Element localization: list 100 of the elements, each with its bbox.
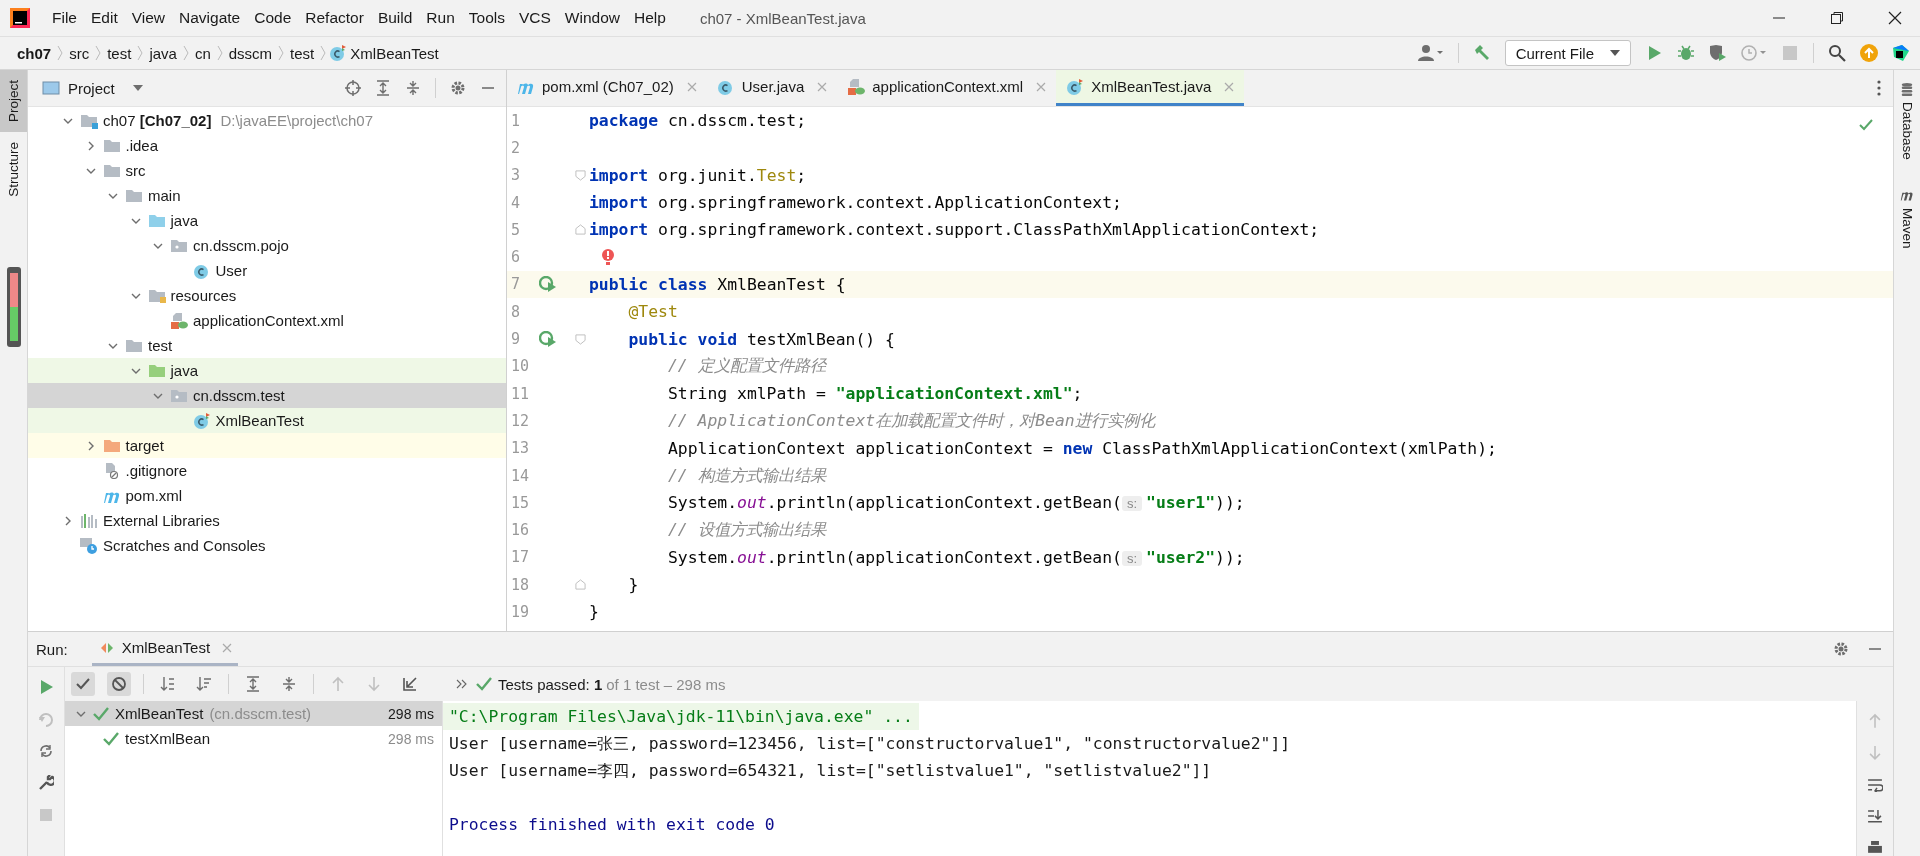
- class-icon: [716, 78, 735, 95]
- menu-item[interactable]: Tools: [462, 9, 513, 27]
- tree-item-label: XmlBeanTest: [215, 412, 304, 429]
- breadcrumb[interactable]: dsscm: [228, 44, 273, 62]
- tree-row[interactable]: java: [28, 358, 506, 383]
- code-line: String xmlPath = "applicationContext.xml";: [666, 384, 1083, 404]
- menu-item[interactable]: Navigate: [173, 9, 249, 27]
- stop-icon: [1781, 44, 1799, 62]
- breadcrumb[interactable]: test: [290, 44, 315, 62]
- breadcrumb[interactable]: cn: [194, 44, 211, 62]
- breadcrumb[interactable]: src: [69, 44, 90, 62]
- editor-tab[interactable]: User.java: [706, 70, 838, 106]
- scroll-to-end-icon[interactable]: [1867, 808, 1883, 825]
- more-icon[interactable]: [1877, 80, 1881, 96]
- hammer-icon[interactable]: [1472, 44, 1491, 62]
- tree-row[interactable]: java: [28, 208, 506, 233]
- show-passed-icon[interactable]: [71, 672, 95, 696]
- tree-row[interactable]: Scratches and Consoles: [28, 533, 506, 558]
- wrench-icon[interactable]: [38, 775, 54, 791]
- user-icon[interactable]: [1417, 44, 1444, 62]
- caret-icon[interactable]: [132, 85, 143, 91]
- tree-row[interactable]: main: [28, 183, 506, 208]
- tree-row[interactable]: applicationContext.xml: [28, 308, 506, 333]
- editor-tab[interactable]: applicationContext.xml: [837, 70, 1057, 106]
- fold-marker-icon[interactable]: [575, 224, 586, 236]
- menu-item[interactable]: File: [46, 9, 85, 27]
- menu-item[interactable]: Build: [371, 9, 421, 27]
- test-row[interactable]: testXmlBean 298 ms: [65, 726, 442, 751]
- breadcrumb[interactable]: test: [107, 44, 132, 62]
- bug-icon[interactable]: [1677, 44, 1695, 62]
- run-test-icon[interactable]: [539, 331, 557, 347]
- tree-item-label: cn.dsscm.test: [193, 387, 285, 404]
- run-tab[interactable]: XmlBeanTest: [91, 632, 239, 666]
- restore-icon[interactable]: [1830, 11, 1844, 25]
- search-icon[interactable]: [1828, 44, 1846, 62]
- toolbox-icon[interactable]: [1892, 44, 1910, 62]
- run-test-icon[interactable]: [539, 276, 557, 293]
- test-row[interactable]: XmlBeanTest (cn.dsscm.test) 298 ms: [65, 701, 442, 726]
- tool-window-tab[interactable]: Structure: [0, 132, 27, 207]
- editor-tab[interactable]: XmlBeanTest.java: [1056, 70, 1245, 106]
- console-line: Process finished with exit code 0: [448, 814, 776, 836]
- tool-window-tab[interactable]: Maven: [1899, 187, 1915, 249]
- breadcrumb[interactable]: XmlBeanTest: [350, 44, 439, 62]
- tree-row[interactable]: XmlBeanTest: [28, 408, 506, 433]
- arrow-up-icon: [1867, 713, 1883, 729]
- settings-icon[interactable]: [450, 80, 466, 96]
- coverage-icon[interactable]: [1709, 44, 1727, 62]
- separator-icon: [95, 45, 102, 61]
- breadcrumb[interactable]: java: [149, 44, 177, 62]
- fold-marker-icon[interactable]: [575, 333, 586, 345]
- app-logo-icon[interactable]: [10, 8, 30, 28]
- code-line: // 构造方式输出结果: [666, 464, 826, 487]
- tree-row[interactable]: ch07 [Ch07_02] D:\javaEE\project\ch07: [28, 108, 506, 133]
- tree-item-label: target: [125, 437, 164, 454]
- menu-item[interactable]: Edit: [85, 9, 126, 27]
- fold-marker-icon[interactable]: [575, 169, 586, 181]
- settings-icon[interactable]: [1833, 641, 1849, 657]
- tool-window-tab[interactable]: Database: [1899, 82, 1915, 160]
- tree-row[interactable]: cn.dsscm.test: [28, 383, 506, 408]
- tool-window-tab[interactable]: Project: [0, 70, 27, 133]
- run-icon[interactable]: [38, 679, 54, 695]
- tree-row[interactable]: test: [28, 333, 506, 358]
- separator-icon: [57, 45, 64, 61]
- close-icon[interactable]: [1888, 11, 1902, 25]
- expand-all-icon[interactable]: [375, 80, 391, 96]
- arrow-down-icon: [1867, 744, 1883, 761]
- tree-row[interactable]: src: [28, 158, 506, 183]
- run-configuration-dropdown[interactable]: Current File: [1504, 40, 1631, 66]
- tree-row[interactable]: cn.dsscm.pojo: [28, 233, 506, 258]
- collapse-all-icon[interactable]: [405, 80, 421, 96]
- line-number: 11: [510, 384, 531, 403]
- menu-item[interactable]: Code: [248, 9, 300, 27]
- breadcrumb[interactable]: ch07: [17, 44, 52, 62]
- tree-row[interactable]: .idea: [28, 133, 506, 158]
- menu-item[interactable]: Run: [420, 9, 463, 27]
- tree-item-label: Scratches and Consoles: [103, 537, 266, 554]
- line-number: 14: [510, 466, 531, 485]
- tree-row[interactable]: pom.xml: [28, 483, 506, 508]
- double-chevron-icon[interactable]: [456, 679, 468, 689]
- show-ignored-icon[interactable]: [107, 672, 131, 696]
- tree-row[interactable]: resources: [28, 283, 506, 308]
- line-number: 19: [510, 603, 531, 621]
- menu-item[interactable]: Help: [628, 9, 674, 27]
- menu-item[interactable]: Refactor: [299, 9, 372, 27]
- print-icon[interactable]: [1867, 840, 1883, 856]
- menu-item[interactable]: VCS: [512, 9, 559, 27]
- locate-icon[interactable]: [345, 80, 361, 96]
- panel-title[interactable]: Project: [68, 79, 115, 97]
- editor-tab[interactable]: pom.xml (Ch07_02): [507, 70, 707, 106]
- soft-wrap-icon[interactable]: [1867, 776, 1883, 793]
- tree-row[interactable]: target: [28, 433, 506, 458]
- error-bulb-icon[interactable]: [601, 248, 615, 267]
- tree-row[interactable]: .gitignore: [28, 458, 506, 483]
- toggle-autotest-icon[interactable]: [38, 743, 54, 759]
- tree-row[interactable]: User: [28, 258, 506, 283]
- menu-item[interactable]: Window: [558, 9, 628, 27]
- menu-item[interactable]: View: [125, 9, 174, 27]
- fold-marker-icon[interactable]: [575, 579, 586, 591]
- tree-row[interactable]: External Libraries: [28, 508, 506, 533]
- code-line: @Test: [627, 302, 678, 322]
